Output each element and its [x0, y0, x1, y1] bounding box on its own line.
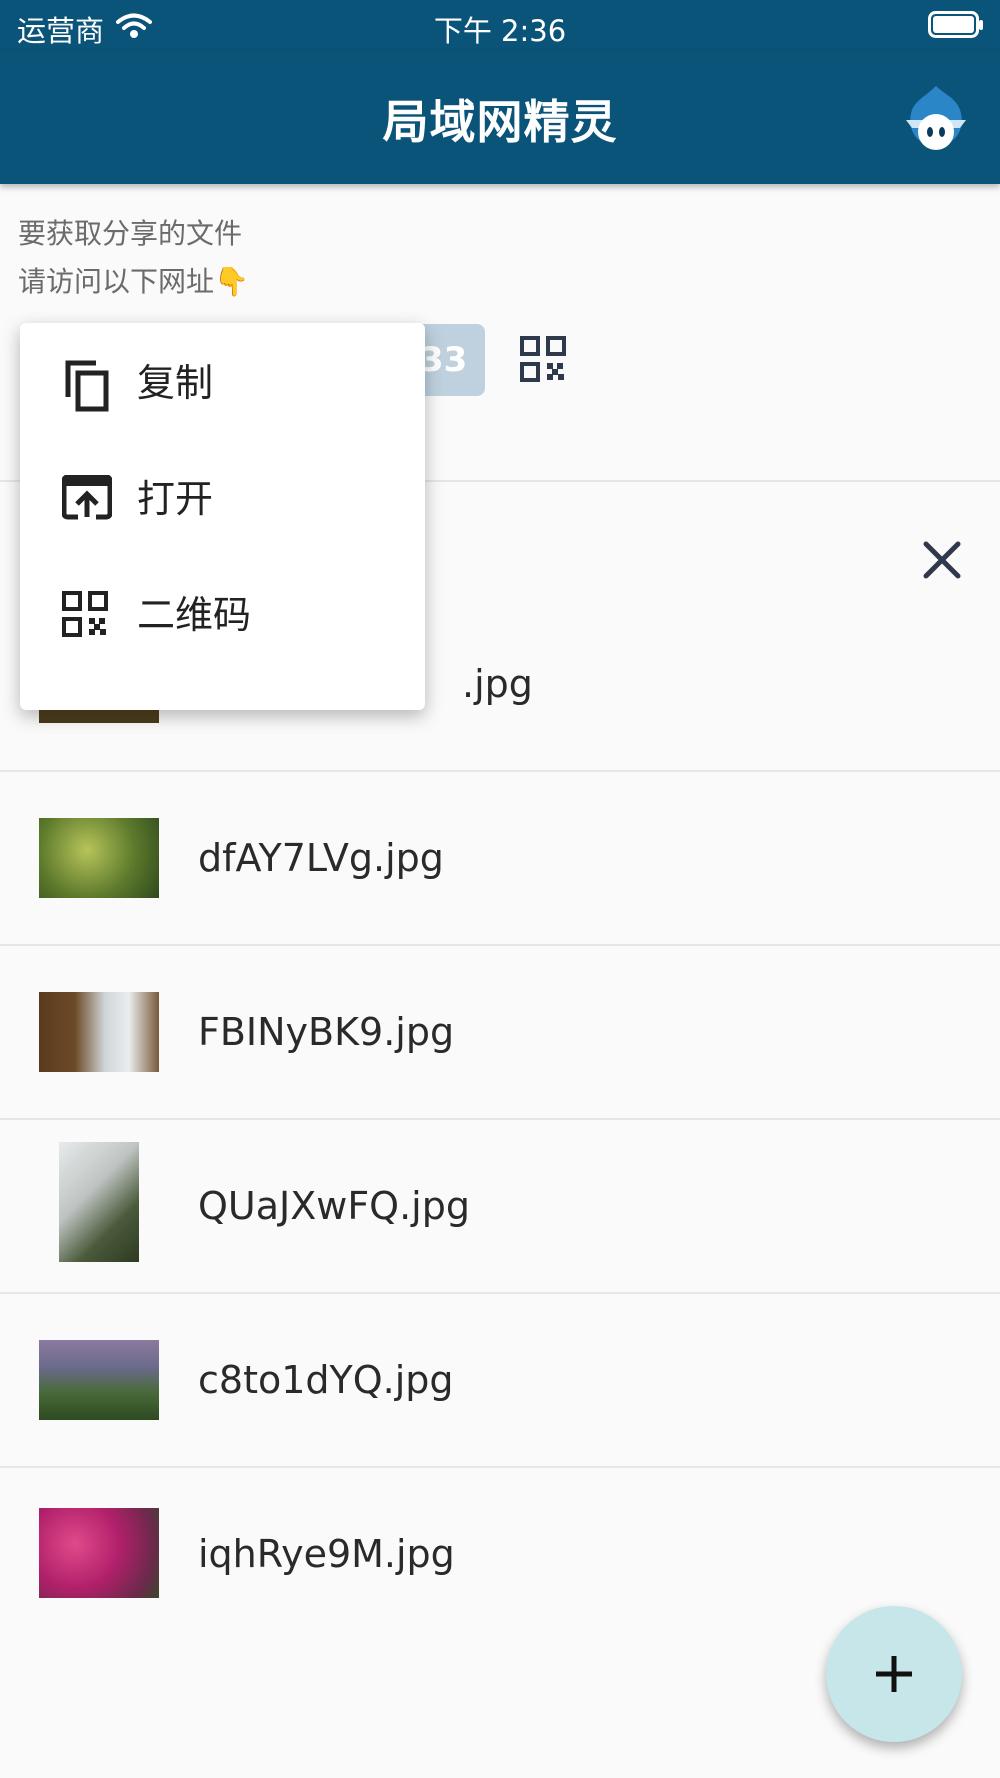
share-info-line2-text: 请访问以下网址: [18, 265, 215, 298]
file-thumbnail: [39, 992, 159, 1072]
url-chip-text: 33: [420, 340, 468, 380]
context-menu: 复制 打开 二维码: [20, 323, 425, 710]
qr-code-icon: [520, 336, 566, 382]
add-file-button[interactable]: [826, 1606, 962, 1742]
qr-code-button[interactable]: [520, 336, 566, 386]
file-name: QUaJXwFQ.jpg: [198, 1184, 470, 1228]
copy-icon: [62, 359, 112, 417]
share-info-line1: 要获取分享的文件: [18, 217, 243, 250]
file-row[interactable]: c8to1dYQ.jpg: [0, 1294, 1000, 1467]
file-row[interactable]: iqhRye9M.jpg: [0, 1468, 1000, 1641]
mascot-avatar-icon[interactable]: [900, 80, 972, 156]
menu-item-label: 打开: [137, 477, 214, 521]
file-thumbnail: [39, 818, 159, 898]
qr-code-icon: [62, 591, 108, 641]
app-bar: 局域网精灵: [0, 52, 1000, 184]
file-row[interactable]: FBINyBK9.jpg: [0, 946, 1000, 1119]
plus-icon: [876, 1656, 912, 1692]
file-row[interactable]: QUaJXwFQ.jpg: [0, 1120, 1000, 1293]
open-in-browser-icon: [61, 474, 113, 525]
file-name: dfAY7LVg.jpg: [198, 836, 444, 880]
menu-item-label: 复制: [137, 361, 214, 405]
close-icon: [923, 541, 961, 579]
app-title: 局域网精灵: [382, 95, 618, 149]
file-name: FBINyBK9.jpg: [198, 1010, 455, 1054]
status-bar: 运营商 下午 2:36: [0, 0, 1000, 52]
file-name: c8to1dYQ.jpg: [198, 1358, 454, 1402]
file-name: iqhRye9M.jpg: [198, 1532, 455, 1576]
status-time: 下午 2:36: [433, 14, 567, 48]
close-button[interactable]: [918, 536, 966, 588]
menu-item-qr-code[interactable]: 二维码: [20, 557, 425, 673]
pointing-down-emoji: 👇: [214, 265, 249, 298]
menu-item-label: 二维码: [137, 593, 252, 637]
menu-item-open[interactable]: 打开: [20, 441, 425, 557]
file-thumbnail: [39, 1508, 159, 1598]
share-info-line2: 请访问以下网址👇: [18, 260, 249, 300]
file-thumbnail: [59, 1142, 139, 1262]
file-thumbnail: [39, 1340, 159, 1420]
file-name: .jpg: [462, 662, 533, 706]
battery-icon: [928, 11, 984, 46]
menu-item-copy[interactable]: 复制: [20, 325, 425, 441]
file-row[interactable]: dfAY7LVg.jpg: [0, 772, 1000, 945]
